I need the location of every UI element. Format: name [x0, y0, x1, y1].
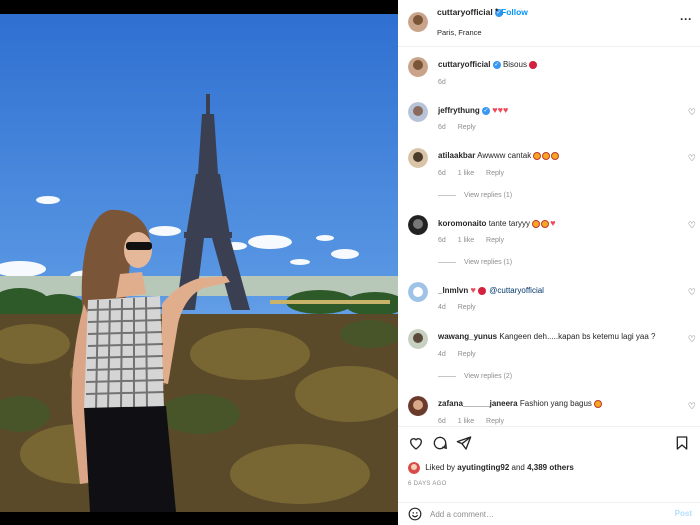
comment-username[interactable]: jeffrythung	[438, 106, 480, 115]
author-username[interactable]: cuttaryofficial ✓	[437, 7, 503, 17]
heart-eyes-emoji-icon	[542, 151, 551, 160]
add-comment-bar: Post	[398, 502, 700, 525]
comment-bubble-icon[interactable]	[432, 435, 448, 451]
verified-badge-icon: ✓	[482, 106, 491, 115]
save-bookmark-icon[interactable]	[674, 435, 690, 451]
caption-meta: 6d	[438, 79, 446, 86]
post-photo	[0, 14, 398, 512]
comment-time: 4d	[438, 304, 446, 311]
comment-text: Fashion yang bagus	[519, 399, 592, 408]
heart-eyes-emoji-icon	[533, 151, 542, 160]
post-actions: Liked by ayutingting92 and 4,389 others …	[398, 426, 700, 506]
like-comment-heart-icon[interactable]: ♡	[688, 401, 696, 412]
location-link[interactable]: Paris, France	[437, 28, 482, 37]
comment-time: 4d	[438, 351, 446, 358]
commenter-avatar[interactable]	[408, 148, 428, 168]
comment-username[interactable]: _lnmlvn	[438, 286, 468, 295]
comment-time: 6d	[438, 418, 446, 425]
view-replies-button[interactable]: View replies (1)	[438, 192, 512, 199]
separator-dot: •	[495, 5, 499, 15]
kiss-lips-emoji-icon	[478, 286, 487, 295]
comment-username[interactable]: atilaakbar	[438, 151, 475, 160]
like-comment-heart-icon[interactable]: ♡	[688, 153, 696, 164]
kiss-lips-emoji-icon	[529, 60, 538, 69]
comment-time: 6d	[438, 124, 446, 131]
post-header: cuttaryofficial ✓ • Follow Paris, France …	[398, 0, 700, 47]
verified-badge-icon: ✓	[492, 60, 501, 69]
commenter-avatar[interactable]	[408, 102, 428, 122]
like-comment-heart-icon[interactable]: ♡	[688, 220, 696, 231]
comment-input[interactable]	[430, 506, 660, 522]
share-paper-plane-icon[interactable]	[456, 435, 472, 451]
commenter-avatar[interactable]	[408, 396, 428, 416]
comment-likes[interactable]: 1 like	[458, 418, 474, 425]
reply-button[interactable]: Reply	[458, 124, 476, 131]
like-heart-icon[interactable]	[408, 435, 424, 451]
author-avatar[interactable]	[408, 57, 428, 77]
comment-username[interactable]: koromonaito	[438, 219, 486, 228]
post-side-panel: cuttaryofficial ✓ • Follow Paris, France …	[398, 0, 700, 525]
post-comment-button[interactable]: Post	[675, 509, 692, 518]
more-options-icon[interactable]: ···	[680, 12, 692, 26]
comment-username[interactable]: zafana______janeera	[438, 399, 518, 408]
comment-likes[interactable]: 1 like	[458, 170, 474, 177]
comment-time: 6d	[438, 237, 446, 244]
commenter-avatar[interactable]	[408, 215, 428, 235]
reply-button[interactable]: Reply	[486, 418, 504, 425]
view-replies-button[interactable]: View replies (1)	[438, 259, 512, 266]
liker-avatar[interactable]	[408, 462, 420, 474]
post-date: 6 DAYS AGO	[408, 481, 447, 487]
heart-eyes-emoji-icon	[594, 399, 603, 408]
likes-count[interactable]: 4,389 others	[527, 463, 574, 472]
comments-list[interactable]: cuttaryofficial ✓ Bisous 6d jeffrythung …	[398, 48, 700, 426]
red-heart-emoji-icon: ♥	[470, 285, 476, 295]
heart-eyes-emoji-icon	[541, 219, 550, 228]
reply-button[interactable]: Reply	[486, 170, 504, 177]
author-avatar[interactable]	[408, 12, 428, 32]
emoji-smiley-icon[interactable]	[408, 507, 422, 521]
red-heart-emoji-icon: ♥	[550, 218, 556, 228]
caption-text: Bisous	[502, 60, 527, 69]
red-heart-emoji-icon: ♥♥♥	[492, 105, 509, 115]
heart-eyes-emoji-icon	[551, 151, 560, 160]
liked-by-conj: and	[511, 463, 525, 473]
like-comment-heart-icon[interactable]: ♡	[688, 287, 696, 298]
comment-username[interactable]: wawang_yunus	[438, 332, 497, 341]
reply-button[interactable]: Reply	[486, 237, 504, 244]
commenter-avatar[interactable]	[408, 329, 428, 349]
reply-button[interactable]: Reply	[458, 351, 476, 358]
caption-username[interactable]: cuttaryofficial	[438, 60, 490, 69]
comment-text: tante taryyy	[488, 219, 531, 228]
follow-button[interactable]: Follow	[501, 7, 528, 17]
view-replies-button[interactable]: View replies (2)	[438, 373, 512, 380]
comment-time: 6d	[438, 170, 446, 177]
like-comment-heart-icon[interactable]: ♡	[688, 107, 696, 118]
commenter-avatar[interactable]	[408, 282, 428, 302]
comment-text: Awwww cantak	[477, 151, 532, 160]
liked-by-label: Liked by	[425, 463, 456, 473]
like-comment-heart-icon[interactable]: ♡	[688, 334, 696, 345]
comment-mention[interactable]: @cuttaryofficial	[489, 286, 544, 295]
reply-button[interactable]: Reply	[458, 304, 476, 311]
comment-likes[interactable]: 1 like	[458, 237, 474, 244]
comment-text: Kangeen deh.....kapan bs ketemu lagi yaa…	[499, 332, 656, 341]
liked-by-row: Liked by ayutingting92 and 4,389 others	[408, 462, 574, 474]
heart-eyes-emoji-icon	[532, 219, 541, 228]
liked-by-user[interactable]: ayutingting92	[457, 463, 509, 472]
